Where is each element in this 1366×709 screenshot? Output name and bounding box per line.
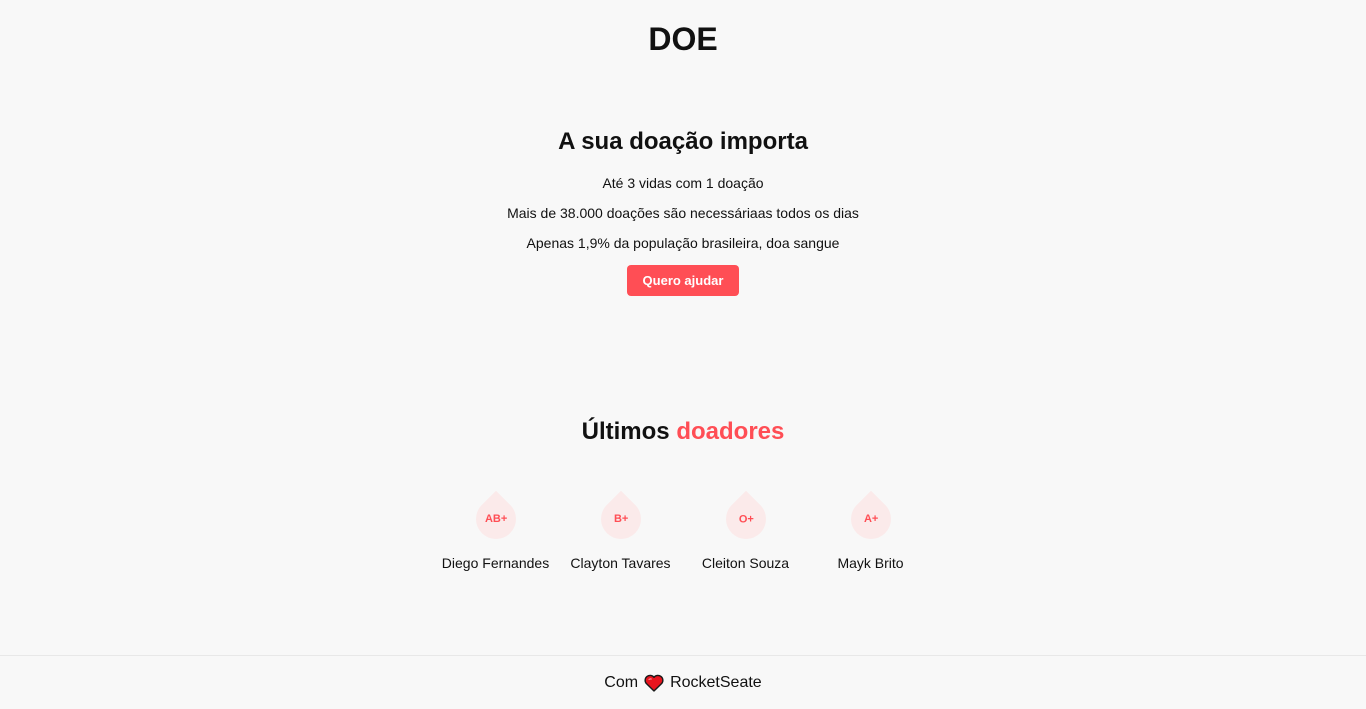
donors-title: Últimos doadores	[0, 417, 1366, 447]
footer-suffix: RocketSeate	[670, 673, 762, 691]
blood-drop-icon: A+	[842, 490, 899, 548]
blood-drop-icon: O+	[717, 490, 774, 548]
donor-name: Mayk Brito	[837, 555, 904, 571]
help-button[interactable]: Quero ajudar	[626, 265, 740, 296]
donor-name: Cleiton Souza	[701, 555, 790, 571]
donor-name: Clayton Tavares	[570, 555, 671, 571]
intro-section: A sua doação importa Até 3 vidas com 1 d…	[0, 127, 1366, 296]
donors-title-prefix: Últimos	[581, 418, 670, 445]
donor-name: Diego Fernandes	[441, 555, 550, 571]
intro-line: Mais de 38.000 doações são necessáriaas …	[507, 205, 859, 221]
donor-card: A+ Mayk Brito	[808, 490, 933, 571]
site-footer: Com RocketSeate	[0, 655, 1366, 709]
intro-line: Até 3 vidas com 1 doação	[602, 175, 764, 191]
blood-type: A+	[863, 513, 878, 525]
blood-drop-icon: B+	[592, 490, 649, 548]
donor-card: AB+ Diego Fernandes	[433, 490, 558, 571]
blood-type: O+	[738, 512, 753, 525]
logo: DOE	[648, 21, 718, 57]
intro-line: Apenas 1,9% da população brasileira, doa…	[526, 235, 840, 251]
donors-title-accent: doadores	[676, 418, 785, 445]
blood-type: AB+	[484, 513, 507, 525]
blood-type: B+	[613, 513, 628, 525]
footer-prefix: Com	[604, 673, 639, 691]
blood-drop-icon: AB+	[467, 490, 524, 548]
heart-icon	[644, 674, 664, 692]
donor-card: O+ Cleiton Souza	[683, 490, 808, 571]
donor-card: B+ Clayton Tavares	[558, 490, 683, 571]
intro-title: A sua doação importa	[558, 128, 808, 155]
donors-list: AB+ Diego Fernandes B+ Clayton Tavares O…	[433, 490, 933, 571]
